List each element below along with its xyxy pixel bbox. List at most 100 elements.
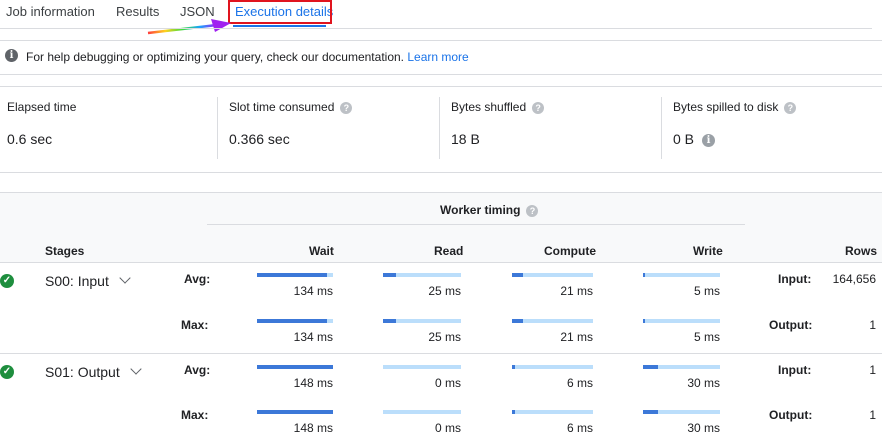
metric-value-elapsed-time: 0.6 sec xyxy=(7,131,53,147)
tab-results[interactable]: Results xyxy=(116,4,159,19)
timing-bar-wait xyxy=(257,273,333,277)
timing-value-read: 25 ms xyxy=(428,330,461,344)
timing-bar-compute xyxy=(512,319,593,323)
timing-bar-fill xyxy=(643,365,658,369)
help-circle-icon[interactable]: ? xyxy=(532,101,545,114)
output-label: Output: xyxy=(769,318,813,332)
output-label: Output: xyxy=(769,408,813,422)
max-label: Max: xyxy=(181,408,209,422)
stage-divider xyxy=(0,353,882,354)
metric-label-bytes-spilled: Bytes spilled to disk? xyxy=(673,100,797,114)
info-icon: i xyxy=(5,49,18,62)
metric-value-slot-time: 0.366 sec xyxy=(229,131,290,147)
timing-bar-fill xyxy=(383,319,396,323)
column-header-stages: Stages xyxy=(45,244,85,258)
tab-job-information[interactable]: Job information xyxy=(6,4,95,19)
help-text: For help debugging or optimizing your qu… xyxy=(26,50,404,64)
timing-bar-wait xyxy=(257,410,333,414)
timing-value-compute: 21 ms xyxy=(560,330,593,344)
table-top-border xyxy=(0,192,882,193)
timing-value-compute: 21 ms xyxy=(560,284,593,298)
stage-name-s01[interactable]: S01: Output xyxy=(45,363,142,380)
metrics-top-border xyxy=(0,86,882,87)
input-label: Input: xyxy=(778,363,812,377)
metric-value-bytes-spilled: 0 Bi xyxy=(673,131,716,147)
timing-bar-write xyxy=(643,319,720,323)
timing-value-read: 0 ms xyxy=(434,421,461,435)
timing-bar-fill xyxy=(643,319,645,323)
timing-bar-fill xyxy=(512,319,523,323)
help-circle-icon[interactable]: ? xyxy=(340,101,353,114)
chevron-down-icon[interactable] xyxy=(130,363,142,375)
input-label: Input: xyxy=(778,272,812,286)
input-rows-value: 164,656 xyxy=(832,272,876,286)
timing-bar-fill xyxy=(383,273,396,277)
timing-bar-fill xyxy=(512,410,515,414)
column-header-wait: Wait xyxy=(309,244,334,258)
timing-bar-read xyxy=(383,410,461,414)
metric-label-elapsed-time: Elapsed time xyxy=(7,100,77,114)
tab-highlight-box xyxy=(228,0,332,24)
timing-value-compute: 6 ms xyxy=(566,421,593,435)
timing-bar-fill xyxy=(257,319,327,323)
help-circle-icon[interactable]: ? xyxy=(784,101,797,114)
timing-value-compute: 6 ms xyxy=(566,376,593,390)
timing-bar-read xyxy=(383,319,461,323)
tab-json[interactable]: JSON xyxy=(180,4,215,19)
metric-divider xyxy=(439,97,440,159)
avg-label: Avg: xyxy=(184,272,211,286)
max-label: Max: xyxy=(181,318,209,332)
stage-name-s00[interactable]: S00: Input xyxy=(45,272,131,289)
metric-divider xyxy=(661,97,662,159)
timing-bar-fill xyxy=(257,273,327,277)
info-icon[interactable]: i xyxy=(702,133,716,147)
help-bar-top-border xyxy=(0,40,882,41)
active-tab-indicator xyxy=(233,25,326,27)
column-header-read: Read xyxy=(434,244,464,258)
timing-bar-wait xyxy=(257,319,333,323)
tabs-divider xyxy=(0,28,872,29)
column-header-compute: Compute xyxy=(544,244,596,258)
chevron-down-icon[interactable] xyxy=(119,272,131,284)
timing-bar-fill xyxy=(257,365,333,369)
timing-bar-write xyxy=(643,273,720,277)
success-check-icon: ✓ xyxy=(0,274,14,288)
timing-value-wait: 134 ms xyxy=(293,330,333,344)
timing-bar-compute xyxy=(512,410,593,414)
column-header-write: Write xyxy=(693,244,723,258)
timing-value-wait: 134 ms xyxy=(293,284,333,298)
timing-value-write: 5 ms xyxy=(693,330,720,344)
timing-bar-read xyxy=(383,365,461,369)
worker-timing-underline xyxy=(207,224,745,225)
timing-value-read: 0 ms xyxy=(434,376,461,390)
metrics-bottom-border xyxy=(0,172,882,173)
column-header-rows: Rows xyxy=(845,244,878,258)
timing-value-wait: 148 ms xyxy=(293,376,333,390)
timing-bar-compute xyxy=(512,273,593,277)
metric-value-bytes-shuffled: 18 B xyxy=(451,131,480,147)
timing-bar-fill xyxy=(643,410,658,414)
timing-value-write: 30 ms xyxy=(687,376,720,390)
timing-bar-fill xyxy=(512,273,523,277)
table-header-bottom-border xyxy=(0,262,882,263)
timing-value-write: 5 ms xyxy=(693,284,720,298)
timing-bar-read xyxy=(383,273,461,277)
learn-more-link[interactable]: Learn more xyxy=(407,50,468,64)
input-rows-value: 1 xyxy=(869,363,876,377)
metric-divider xyxy=(217,97,218,159)
timing-bar-fill xyxy=(257,410,333,414)
help-bar-bottom-border xyxy=(0,74,882,75)
help-message: For help debugging or optimizing your qu… xyxy=(26,50,469,64)
success-check-icon: ✓ xyxy=(0,365,14,379)
metric-label-slot-time: Slot time consumed? xyxy=(229,100,353,114)
timing-value-read: 25 ms xyxy=(428,284,461,298)
timing-bar-compute xyxy=(512,365,593,369)
output-rows-value: 1 xyxy=(869,408,876,422)
timing-bar-fill xyxy=(512,365,515,369)
worker-timing-header: Worker timing? xyxy=(440,203,539,217)
timing-value-write: 30 ms xyxy=(687,421,720,435)
timing-bar-write xyxy=(643,365,720,369)
help-circle-icon[interactable]: ? xyxy=(526,204,539,217)
timing-bar-wait xyxy=(257,365,333,369)
metric-label-bytes-shuffled: Bytes shuffled? xyxy=(451,100,545,114)
